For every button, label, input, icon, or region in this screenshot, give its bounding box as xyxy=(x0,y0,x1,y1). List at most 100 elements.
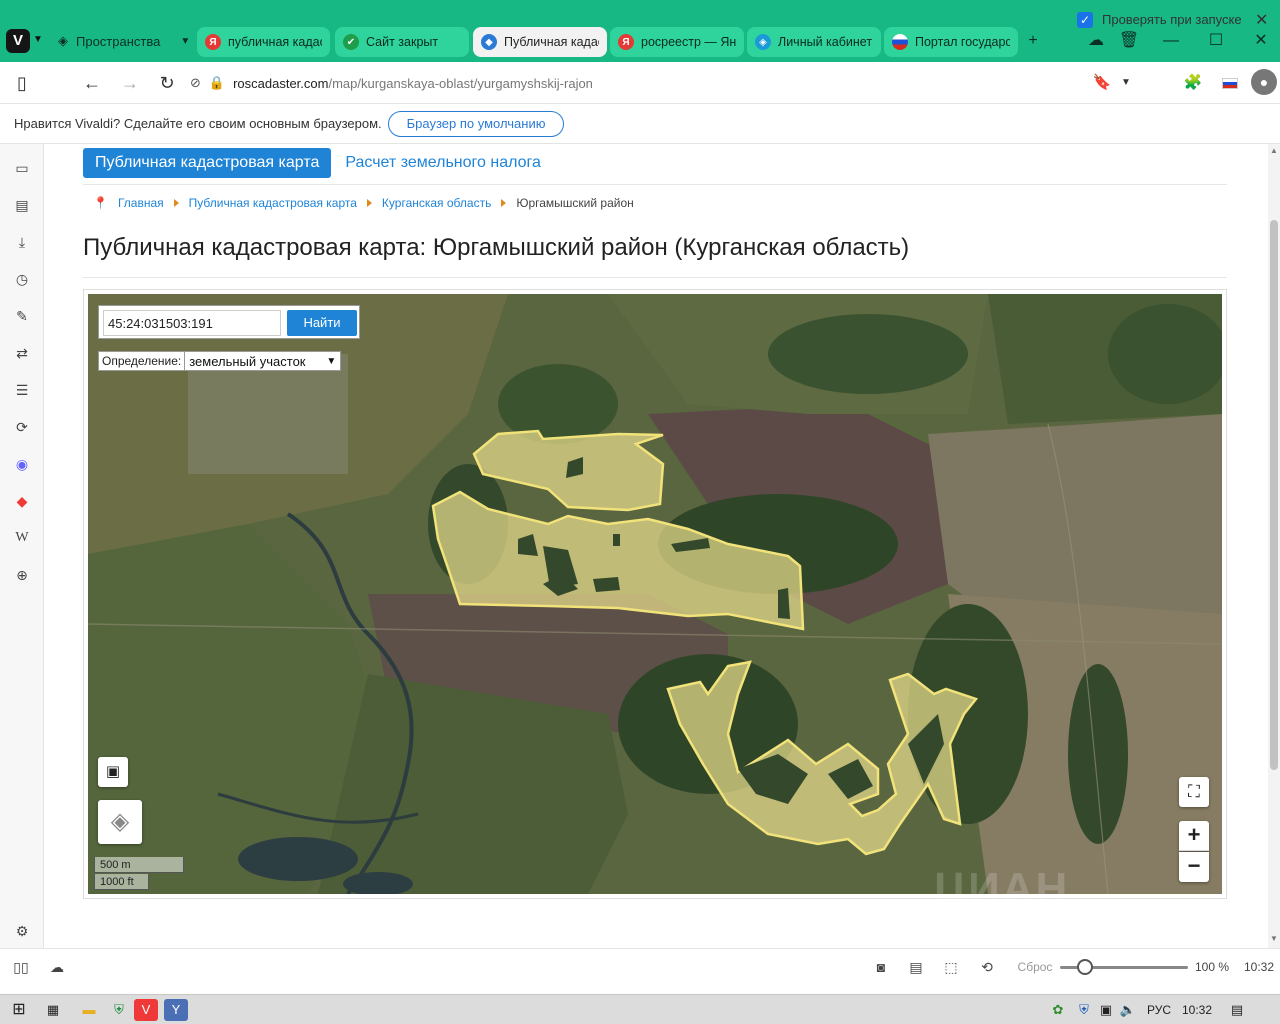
cadastral-search-box: Найти xyxy=(98,305,360,339)
default-browser-notification: Нравится Vivaldi? Сделайте его своим осн… xyxy=(0,104,1280,144)
set-default-browser-button[interactable]: Браузер по умолчанию xyxy=(387,110,565,137)
location-pin-icon: 📍 xyxy=(93,196,108,210)
zoom-percent: 100 % xyxy=(1194,960,1230,974)
bookmarks-panel-icon[interactable]: ▭ xyxy=(12,158,32,178)
tab-item[interactable]: ◈ Личный кабинет xyxy=(747,27,881,57)
tile-tabs-icon[interactable]: ⬚ xyxy=(942,958,960,976)
yandex-icon: Я xyxy=(618,34,634,50)
new-tab-button[interactable]: + xyxy=(1022,30,1044,52)
chevron-down-icon[interactable]: ▼ xyxy=(1114,71,1138,95)
layers-button[interactable]: ◈ xyxy=(98,800,142,844)
sync-icon[interactable]: ⟳ xyxy=(12,417,32,437)
zoom-out-button[interactable]: − xyxy=(1179,852,1209,882)
tab-item[interactable]: Портал государств xyxy=(884,27,1018,57)
back-button[interactable]: ← xyxy=(80,71,104,95)
history-icon[interactable]: ◷ xyxy=(12,269,32,289)
russia-flag-icon xyxy=(892,34,908,50)
nav-land-tax[interactable]: Расчет земельного налога xyxy=(345,154,541,172)
minimize-button[interactable]: — xyxy=(1160,30,1182,52)
yandex-browser-icon[interactable]: Y xyxy=(164,999,188,1021)
ruler-tool-button[interactable]: ▣ xyxy=(98,757,128,787)
trash-icon[interactable]: 🗑 xyxy=(1118,30,1140,52)
cloud-sync-icon[interactable]: ☁ xyxy=(1085,30,1107,52)
network-icon[interactable]: ▣ xyxy=(1096,999,1116,1021)
cloud-icon[interactable]: ☁ xyxy=(48,958,66,976)
page-actions-icon[interactable]: ▤ xyxy=(907,958,925,976)
vivaldi-taskbar-icon[interactable]: V xyxy=(134,999,158,1021)
breadcrumb-separator-icon xyxy=(366,199,372,207)
bookmark-icon[interactable]: 🔖 xyxy=(1090,71,1114,95)
panel-toggle-icon[interactable]: ▯▯ xyxy=(12,958,30,976)
vivaldi-social-icon[interactable]: ◆ xyxy=(12,491,32,511)
shield-icon[interactable]: ⛨ xyxy=(108,999,130,1021)
tab-item[interactable]: Я росреестр — Янде xyxy=(610,27,744,57)
breadcrumb-region[interactable]: Курганская область xyxy=(382,196,491,210)
capture-icon[interactable]: ◙ xyxy=(872,958,890,976)
search-button[interactable]: Найти xyxy=(287,310,357,336)
notification-text: Нравится Vivaldi? Сделайте его своим осн… xyxy=(14,116,382,131)
tab-item[interactable]: ✔ Сайт закрыт xyxy=(335,27,469,57)
notes-icon[interactable]: ✎ xyxy=(12,306,32,326)
zoom-slider-knob[interactable] xyxy=(1077,959,1093,975)
check-on-startup-label: Проверять при запуске xyxy=(1102,12,1242,27)
check-on-startup-checkbox[interactable]: ✓ xyxy=(1077,12,1093,28)
close-button[interactable]: ✕ xyxy=(1250,30,1272,52)
spaces-button[interactable]: ◈ Пространства ▼ xyxy=(58,28,190,54)
nav-cadastral-map[interactable]: Публичная кадастровая карта xyxy=(83,148,332,178)
ruler-icon: ▣ xyxy=(105,763,121,780)
zoom-reset-label[interactable]: Сброс xyxy=(1015,958,1055,976)
file-explorer-icon[interactable]: ▬ xyxy=(78,999,100,1021)
windows-start-icon[interactable]: ⊞ xyxy=(8,999,30,1021)
tab-item-active[interactable]: ◆ Публичная кадаст xyxy=(473,27,607,57)
page-title: Публичная кадастровая карта: Юргамышский… xyxy=(83,234,910,261)
russia-flag-icon[interactable] xyxy=(1218,71,1242,95)
tab-item[interactable]: Я публичная кадастр xyxy=(197,27,330,57)
reading-list-icon[interactable]: ▤ xyxy=(12,195,32,215)
cadastral-number-input[interactable] xyxy=(103,310,281,336)
scale-bar-metric: 500 m xyxy=(94,857,184,873)
breadcrumb-home[interactable]: Главная xyxy=(118,196,164,210)
breadcrumb-cadastral-map[interactable]: Публичная кадастровая карта xyxy=(189,196,357,210)
zoom-in-button[interactable]: + xyxy=(1179,821,1209,851)
profile-avatar[interactable]: ● xyxy=(1251,69,1277,95)
vivaldi-menu-button[interactable]: V xyxy=(6,29,30,53)
add-panel-icon[interactable]: ⊕ xyxy=(12,565,32,585)
notifications-icon[interactable]: ▤ xyxy=(1226,999,1248,1021)
volume-icon[interactable]: 🔈 xyxy=(1118,999,1138,1021)
keyboard-language[interactable]: РУС xyxy=(1143,999,1175,1021)
layers-icon: ◈ xyxy=(110,808,130,835)
chevron-down-icon[interactable]: ▼ xyxy=(33,34,43,45)
chevron-down-icon: ▼ xyxy=(326,355,337,367)
scroll-down-icon[interactable]: ▼ xyxy=(1268,934,1280,943)
scroll-up-icon[interactable]: ▲ xyxy=(1268,146,1280,155)
extension-icon[interactable]: 🧩 xyxy=(1181,71,1205,95)
definition-select[interactable]: земельный участок ▼ xyxy=(184,352,340,370)
fullscreen-button[interactable]: ⛶ xyxy=(1179,777,1209,807)
cadastral-map[interactable]: Найти Определение: земельный участок ▼ ▣… xyxy=(88,294,1222,894)
task-view-icon[interactable]: ▦ xyxy=(42,999,64,1021)
settings-gear-icon[interactable]: ⚙ xyxy=(12,921,32,941)
site-settings-icon[interactable]: ⊘ xyxy=(190,75,201,91)
panel-toggle-icon[interactable]: ▯ xyxy=(10,71,34,95)
mastodon-icon[interactable]: ◉ xyxy=(12,454,32,474)
tab-label: росреестр — Янде xyxy=(641,35,736,49)
translate-icon[interactable]: ⇄ xyxy=(12,343,32,363)
forward-button[interactable]: → xyxy=(118,71,142,95)
page-scrollbar[interactable]: ▲ ▼ xyxy=(1268,144,1280,948)
taskbar-clock[interactable]: 10:32 xyxy=(1180,999,1214,1021)
reload-button[interactable]: ↻ xyxy=(155,71,179,95)
url-field[interactable]: ⊘ 🔒 roscadaster.com/map/kurganskaya-obla… xyxy=(190,68,1140,98)
definition-label: Определение: xyxy=(102,354,182,368)
window-panel-icon[interactable]: ☰ xyxy=(12,380,32,400)
scrollbar-thumb[interactable] xyxy=(1270,220,1278,770)
wikipedia-icon[interactable]: W xyxy=(12,528,32,548)
tab-label: Публичная кадаст xyxy=(504,35,599,49)
close-icon[interactable]: ✕ xyxy=(1255,10,1268,30)
maximize-button[interactable]: ☐ xyxy=(1205,30,1227,52)
image-toggle-icon[interactable]: ⟲ xyxy=(978,958,996,976)
downloads-icon[interactable]: ⤓ xyxy=(12,232,32,252)
address-bar: ▯ ← → ↻ ⊘ 🔒 roscadaster.com/map/kurgansk… xyxy=(0,62,1280,104)
tray-security-icon[interactable]: ⛨ xyxy=(1074,999,1094,1021)
side-panel: ▭ ▤ ⤓ ◷ ✎ ⇄ ☰ ⟳ ◉ ◆ W ⊕ ⚙ xyxy=(0,144,44,948)
tray-app-icon[interactable]: ✿ xyxy=(1048,999,1068,1021)
